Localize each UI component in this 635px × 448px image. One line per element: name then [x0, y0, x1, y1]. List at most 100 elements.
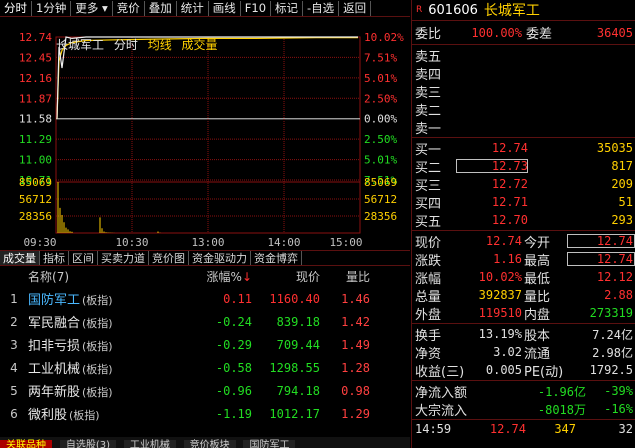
- bid-volume: 293: [611, 213, 633, 227]
- quote-value: 12.12: [596, 270, 633, 284]
- volume-tick-label: 56712: [364, 193, 397, 206]
- quote-row: 现价 12.74 今开 12.74: [412, 232, 635, 251]
- fundamental-value: 3.02: [493, 345, 522, 359]
- tab-indicator[interactable]: 指标: [40, 251, 69, 265]
- fund-flow-value: -1.96亿: [537, 384, 586, 399]
- last-trade-count: 32: [618, 422, 633, 436]
- row-index: 2: [10, 314, 18, 329]
- stock-terminal: 分时 1分钟 更多 ▾ 竞价 叠加 统计 画线 F10 标记 -自选 返回 12…: [0, 0, 635, 448]
- fundamental-value: 0.005: [485, 363, 522, 377]
- bottom-tab-defense[interactable]: 国防军工: [243, 440, 296, 448]
- draw-line-button[interactable]: 画线: [209, 0, 241, 16]
- back-button[interactable]: 返回: [339, 0, 372, 16]
- list-item[interactable]: 5 两年新股 (板指) -0.96 794.18 0.98: [0, 379, 410, 402]
- tab-fund-drive[interactable]: 资金驱动力: [189, 251, 251, 265]
- fund-flow-row: 大宗流入 -8018万 -16%: [412, 400, 635, 419]
- row-price: 709.44: [276, 337, 320, 352]
- bid-row[interactable]: 买二 12.73 817: [412, 157, 635, 176]
- list-header-name[interactable]: 名称(7): [28, 268, 200, 285]
- row-name: 扣非亏损 (板指): [28, 335, 200, 354]
- bid-price: 12.74: [491, 141, 528, 155]
- quote-label: 现价: [415, 235, 442, 251]
- sector-tag: (板指): [69, 409, 100, 422]
- row-change-pct: -0.96: [215, 383, 252, 398]
- list-item[interactable]: 1 国防军工 (板指) 0.11 1160.40 1.46: [0, 287, 410, 310]
- quote-label: 涨幅: [415, 271, 442, 287]
- quote-row: 涨幅 10.02% 最低 12.12: [412, 268, 635, 287]
- pct-tick-label: 5.01%: [364, 72, 397, 85]
- tab-auction-chart[interactable]: 竞价图: [149, 251, 189, 265]
- sector-name: 国防军工: [28, 293, 81, 308]
- fundamental-label: 净资: [415, 346, 442, 362]
- price-tick-label: 12.16: [19, 72, 52, 85]
- tab-volume[interactable]: 成交量: [0, 251, 40, 265]
- list-header-ratio[interactable]: 量比: [320, 268, 370, 285]
- pct-tick-label: 10.02%: [364, 31, 404, 44]
- bid-row[interactable]: 买四 12.71 51: [412, 193, 635, 212]
- order-ratio-row: 委比 100.00% 委差 36405: [412, 21, 635, 45]
- remove-watchlist-button[interactable]: -自选: [303, 0, 340, 16]
- tab-fund-game[interactable]: 资金博弈: [251, 251, 302, 265]
- mark-button[interactable]: 标记: [271, 0, 304, 16]
- ask-label: 卖四: [415, 67, 442, 83]
- legend-avg: 均线: [147, 38, 172, 52]
- tab-range[interactable]: 区间: [69, 251, 98, 265]
- ask-row[interactable]: 卖四: [412, 64, 635, 83]
- list-header-price[interactable]: 现价: [252, 268, 320, 285]
- price-tick-label: 11.29: [19, 133, 52, 146]
- bottom-tab-watchlist[interactable]: 自选股(3): [59, 440, 116, 448]
- bottom-tab-related[interactable]: 关联品种: [0, 440, 52, 448]
- ask-row[interactable]: 卖一: [412, 118, 635, 137]
- pct-tick-label: 7.51%: [364, 51, 397, 64]
- tab-buysell-force[interactable]: 买卖力道: [98, 251, 149, 265]
- row-change-pct: -0.29: [215, 337, 252, 352]
- quote-label: 内盘: [524, 307, 551, 323]
- bottom-tab-industrial[interactable]: 工业机械: [123, 440, 176, 448]
- overlay-button[interactable]: 叠加: [145, 0, 177, 16]
- intraday-chart[interactable]: 12.74 10.02% 12.45 7.51% 12.16 5.01% 11.87 2.50…: [0, 17, 410, 249]
- tab-1min[interactable]: 1分钟: [32, 0, 72, 16]
- bid-price: 12.71: [491, 195, 528, 209]
- f10-button[interactable]: F10: [241, 0, 272, 16]
- row-price: 1160.40: [269, 291, 320, 306]
- row-index: 1: [10, 291, 18, 306]
- row-index: 4: [10, 360, 18, 375]
- ask-row[interactable]: 卖二: [412, 100, 635, 119]
- tab-timeshare[interactable]: 分时: [0, 0, 32, 16]
- sector-tag: (板指): [82, 340, 113, 353]
- legend-price: 分时: [113, 38, 138, 52]
- row-index: 6: [10, 406, 18, 421]
- list-item[interactable]: 4 工业机械 (板指) -0.58 1298.55 1.28: [0, 356, 410, 379]
- bid-row[interactable]: 买一 12.74 35035: [412, 139, 635, 158]
- stats-button[interactable]: 统计: [177, 0, 209, 16]
- time-tick-label: 13:00: [191, 236, 224, 249]
- fundamental-label: 换手: [415, 328, 442, 344]
- sector-name: 扣非亏损: [28, 339, 81, 354]
- volume-tick-label: 28356: [364, 210, 397, 223]
- list-item[interactable]: 6 微利股 (板指) -1.19 1012.17 1.29: [0, 402, 410, 425]
- weibi-value: 100.00%: [471, 25, 522, 40]
- bottom-tab-auction[interactable]: 竞价板块: [183, 440, 236, 448]
- ask-label: 卖五: [415, 49, 442, 65]
- quote-label: 涨跌: [415, 253, 442, 269]
- quote-row: 外盘 119510 内盘 273319: [412, 304, 635, 323]
- list-header-pct[interactable]: 涨幅%↓: [200, 268, 252, 285]
- volume-tick-label: 56712: [19, 193, 52, 206]
- fundamental-row: 换手 13.19% 股本 7.24亿: [412, 325, 635, 344]
- quote-value: 10.02%: [478, 270, 522, 284]
- list-item[interactable]: 2 军民融合 (板指) -0.24 839.18 1.42: [0, 310, 410, 333]
- auction-button[interactable]: 竞价: [113, 0, 145, 16]
- sector-tag: (板指): [82, 317, 113, 330]
- list-body: 1 国防军工 (板指) 0.11 1160.40 1.46 2 军民融合 (板指) -0.24 83…: [0, 287, 410, 425]
- ask-row[interactable]: 卖三: [412, 82, 635, 101]
- bid-book: 买一 12.74 35035 买二 12.73 817 买三 12.72 209 买四 12.71 5…: [412, 138, 635, 231]
- bid-volume: 209: [611, 177, 633, 191]
- tab-more[interactable]: 更多 ▾: [71, 0, 113, 16]
- bid-row[interactable]: 买三 12.72 209: [412, 175, 635, 194]
- pct-tick-label: 2.50%: [364, 133, 397, 146]
- fund-flow-label: 大宗流入: [415, 403, 468, 419]
- list-item[interactable]: 3 扣非亏损 (板指) -0.29 709.44 1.49: [0, 333, 410, 356]
- bid-row[interactable]: 买五 12.70 293: [412, 211, 635, 230]
- ask-row[interactable]: 卖五: [412, 46, 635, 65]
- quote-label: 量比: [524, 289, 551, 305]
